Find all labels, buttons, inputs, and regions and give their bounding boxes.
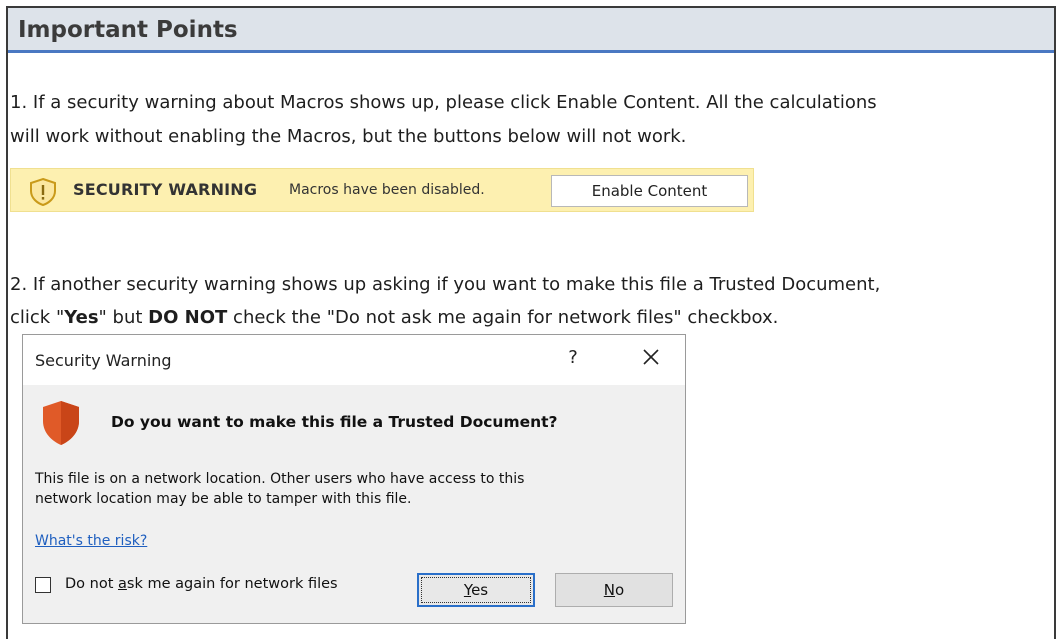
- point-2-line-2: click "Yes" but DO NOT check the "Do not…: [10, 301, 778, 335]
- whats-the-risk-link[interactable]: What's the risk?: [35, 533, 147, 549]
- point-2-donot-bold: DO NOT: [148, 307, 228, 328]
- shield-warning-icon: [30, 177, 56, 207]
- checkbox-label-accel: a: [118, 576, 127, 592]
- no-button[interactable]: No: [555, 573, 673, 607]
- dialog-body: This file is on a network location. Othe…: [35, 469, 655, 509]
- point-1-line-2: will work without enabling the Macros, b…: [10, 126, 687, 147]
- security-warning-message: Macros have been disabled.: [289, 182, 485, 198]
- point-2-text-a: click ": [10, 307, 65, 328]
- dialog-question: Do you want to make this file a Trusted …: [111, 413, 558, 431]
- point-2-line-1: 2. If another security warning shows up …: [10, 274, 881, 295]
- section-header: Important Points: [8, 8, 1054, 53]
- checkbox-label[interactable]: Do not ask me again for network files: [65, 576, 338, 592]
- no-button-accel: N: [603, 581, 616, 599]
- enable-content-button[interactable]: Enable Content: [551, 175, 748, 207]
- checkbox-label-a: Do not: [65, 576, 119, 592]
- security-warning-dialog: Security Warning ? Do you want to make t…: [22, 334, 686, 624]
- no-button-label: o: [615, 581, 625, 599]
- point-2-yes-bold: Yes: [64, 307, 99, 328]
- point-1-line-1: 1. If a security warning about Macros sh…: [10, 92, 877, 113]
- yes-button-focus: [421, 577, 531, 603]
- security-warning-title: SECURITY WARNING: [73, 180, 258, 199]
- help-button[interactable]: ?: [563, 347, 583, 368]
- shield-icon: [43, 401, 79, 445]
- dialog-titlebar: Security Warning ?: [23, 335, 685, 385]
- point-2-text-b: " but: [98, 307, 149, 328]
- checkbox-label-b: sk me again for network files: [126, 576, 338, 592]
- dialog-body-line-1: This file is on a network location. Othe…: [35, 471, 525, 487]
- yes-button[interactable]: Yes: [417, 573, 535, 607]
- section-title: Important Points: [18, 17, 238, 43]
- dialog-body-line-2: network location may be able to tamper w…: [35, 491, 412, 507]
- security-warning-bar: SECURITY WARNING Macros have been disabl…: [10, 168, 754, 212]
- close-icon[interactable]: [637, 343, 665, 371]
- dialog-title: Security Warning: [35, 351, 172, 370]
- point-2-text-c: check the "Do not ask me again for netwo…: [227, 307, 779, 328]
- network-files-checkbox[interactable]: [35, 577, 51, 593]
